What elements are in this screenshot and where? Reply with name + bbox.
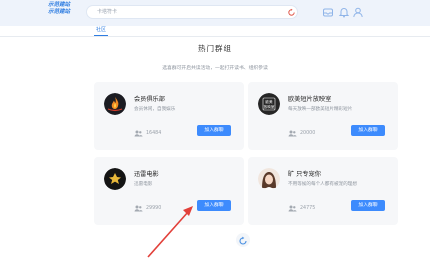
inbox-icon[interactable] — [322, 6, 334, 18]
avatar-badge-line2: 放映室 — [264, 104, 275, 109]
join-group-button[interactable]: 加入群聊 — [351, 125, 385, 136]
tab-community[interactable]: 社区 — [86, 26, 116, 36]
group-name[interactable]: 会员俱乐部 — [134, 94, 165, 103]
group-avatar-portrait — [258, 168, 280, 190]
group-name[interactable]: 欧美短片放映室 — [288, 94, 331, 103]
group-description: 会员休闲，自我娱乐 — [134, 107, 176, 112]
main-panel — [0, 37, 430, 275]
user-icon[interactable] — [352, 6, 364, 18]
group-name[interactable]: 旷 只专宠你 — [288, 169, 321, 178]
group-avatar-bird — [104, 168, 126, 190]
page-description: 选喜群可开启共读活动，一起打开读书、组织参读 — [162, 66, 268, 71]
search-input[interactable]: 卡塔符卡 — [86, 5, 298, 19]
group-card: 旷 只专宠你 不用等候的每个人都有被宠的理想 24775 加入群聊 — [248, 157, 398, 225]
group-card: 欧美 放映室 欧美短片放映室 每天放映一部欧美短片精彩短片 20000 加入群聊 — [248, 82, 398, 150]
group-avatar-cinema: 欧美 放映室 — [258, 93, 280, 115]
members-icon — [134, 130, 143, 136]
join-group-button[interactable]: 加入群聊 — [351, 200, 385, 211]
member-count: 24775 — [288, 204, 315, 212]
refresh-icon — [239, 236, 247, 245]
group-card: 会员俱乐部 会员休闲，自我娱乐 16484 加入群聊 — [94, 82, 244, 150]
members-icon — [288, 205, 297, 211]
join-group-button[interactable]: 加入群聊 — [197, 125, 231, 136]
refresh-groups-button[interactable] — [236, 233, 250, 247]
refresh-icon[interactable] — [287, 8, 296, 17]
page-title: 热门群组 — [198, 44, 232, 53]
members-icon — [134, 205, 143, 211]
group-name[interactable]: 迅雷电影 — [134, 169, 159, 178]
top-bar: 示范建站 示范建站 卡塔符卡 — [0, 0, 430, 26]
group-description: 不用等候的每个人都有被宠的理想 — [288, 182, 357, 187]
site-logo[interactable]: 示范建站 示范建站 — [48, 2, 88, 16]
members-icon — [288, 130, 297, 136]
member-count: 29990 — [134, 204, 161, 212]
group-description: 迅雷电影 — [134, 182, 153, 187]
tab-label: 社区 — [95, 27, 106, 33]
group-avatar-flame — [104, 93, 126, 115]
member-count: 16484 — [134, 129, 161, 137]
group-description: 每天放映一部欧美短片精彩短片 — [288, 107, 353, 112]
join-group-button[interactable]: 加入群聊 — [197, 200, 231, 211]
group-card: 迅雷电影 迅雷电影 29990 加入群聊 — [94, 157, 244, 225]
bell-icon[interactable] — [338, 6, 350, 18]
search-placeholder: 卡塔符卡 — [97, 9, 118, 15]
avatar-badge-line1: 欧美 — [265, 99, 273, 104]
member-count: 20000 — [288, 129, 315, 137]
